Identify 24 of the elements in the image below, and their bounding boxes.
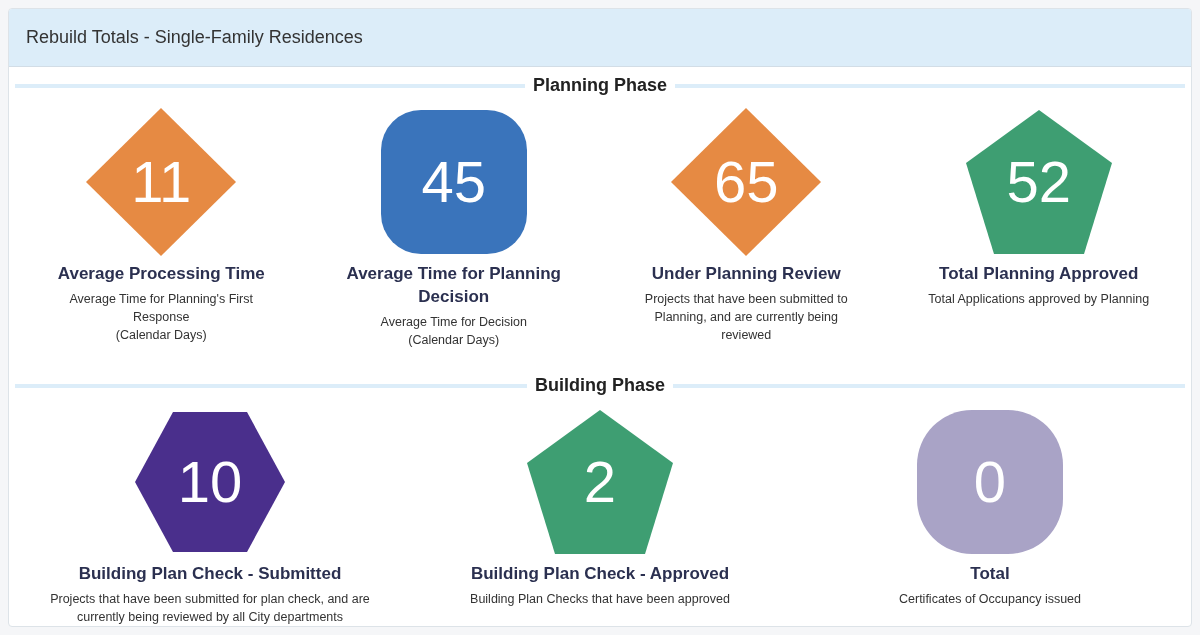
metric-value: 45 bbox=[420, 153, 487, 211]
metric-description: Average Time for Planning's First Response (Calendar Days) bbox=[68, 291, 254, 344]
metric-description: Building Plan Checks that have been approved bbox=[470, 591, 730, 608]
metric-title: Total Planning Approved bbox=[939, 263, 1139, 285]
metric-description: Average Time for Decision (Calendar Days) bbox=[380, 314, 527, 349]
metric-title: Under Planning Review bbox=[651, 263, 841, 285]
metric-value: 0 bbox=[972, 453, 1008, 511]
metric-description: Total Applications approved by Planning bbox=[928, 291, 1150, 308]
metric-title: Average Time for Planning Decision bbox=[345, 263, 562, 308]
metric-title: Building Plan Check - Approved bbox=[470, 563, 730, 585]
metric-value: 65 bbox=[713, 153, 780, 211]
metric-value: 2 bbox=[582, 453, 618, 511]
metric-title: Total bbox=[970, 563, 1010, 585]
metric-value: 10 bbox=[176, 453, 244, 511]
metric-value: 11 bbox=[130, 153, 193, 211]
metric-description: Certificates of Occupancy issued bbox=[899, 591, 1081, 608]
metric-title: Average Processing Time bbox=[57, 263, 265, 285]
metric-title: Building Plan Check - Submitted bbox=[78, 563, 342, 585]
metric-description: Projects that have been submitted to Planning, and are currently being reviewed bbox=[643, 291, 849, 344]
metric-description: Projects that have been submitted for plan check, and are currently being reviewed by all City departments bbox=[49, 591, 371, 626]
section-title: Planning Phase bbox=[533, 75, 668, 96]
metric-value: 52 bbox=[1005, 153, 1072, 211]
card-title: Rebuild Totals - Single-Family Residences bbox=[26, 27, 363, 48]
section-title: Building Phase bbox=[535, 375, 665, 396]
